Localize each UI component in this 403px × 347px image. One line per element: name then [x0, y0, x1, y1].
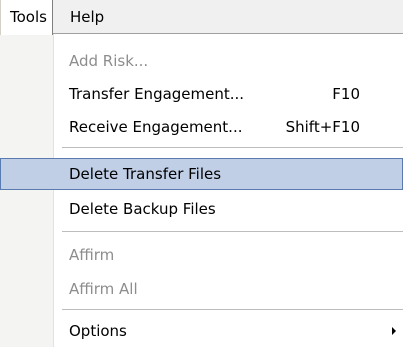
menu-separator [62, 309, 403, 310]
menu-item-label: Affirm [69, 246, 115, 264]
menu-item-label: Affirm All [69, 280, 138, 298]
menu-separator [62, 231, 403, 232]
menu-separator [62, 147, 403, 148]
menu-item-add-risk: Add Risk... [0, 45, 403, 77]
menu-item-delete-backup-files[interactable]: Delete Backup Files [0, 193, 403, 225]
menu-item-label: Receive Engagement... [69, 118, 243, 136]
menu-item-affirm: Affirm [0, 239, 403, 271]
menu-item-label: Options [69, 322, 127, 340]
menu-item-receive-engagement[interactable]: Receive Engagement... Shift+F10 [0, 111, 403, 143]
tools-dropdown-menu: Add Risk... Transfer Engagement... F10 R… [0, 34, 403, 347]
menu-item-shortcut: F10 [332, 85, 360, 103]
menu-help-label: Help [70, 8, 105, 26]
menu-tools-label: Tools [10, 8, 47, 26]
menu-item-delete-transfer-files[interactable]: Delete Transfer Files [0, 158, 403, 190]
menu-item-label: Delete Backup Files [69, 200, 216, 218]
menu-help[interactable]: Help [62, 0, 104, 34]
menu-tools[interactable]: Tools [0, 0, 53, 35]
submenu-arrow-icon [392, 327, 396, 335]
menu-item-transfer-engagement[interactable]: Transfer Engagement... F10 [0, 78, 403, 110]
menu-item-label: Add Risk... [69, 52, 149, 70]
menu-item-affirm-all: Affirm All [0, 273, 403, 305]
menu-item-shortcut: Shift+F10 [285, 118, 360, 136]
menu-item-options[interactable]: Options [0, 315, 403, 347]
menu-bar: Tools Help [0, 0, 403, 35]
menu-item-label: Transfer Engagement... [69, 85, 245, 103]
menu-item-label: Delete Transfer Files [69, 165, 222, 183]
